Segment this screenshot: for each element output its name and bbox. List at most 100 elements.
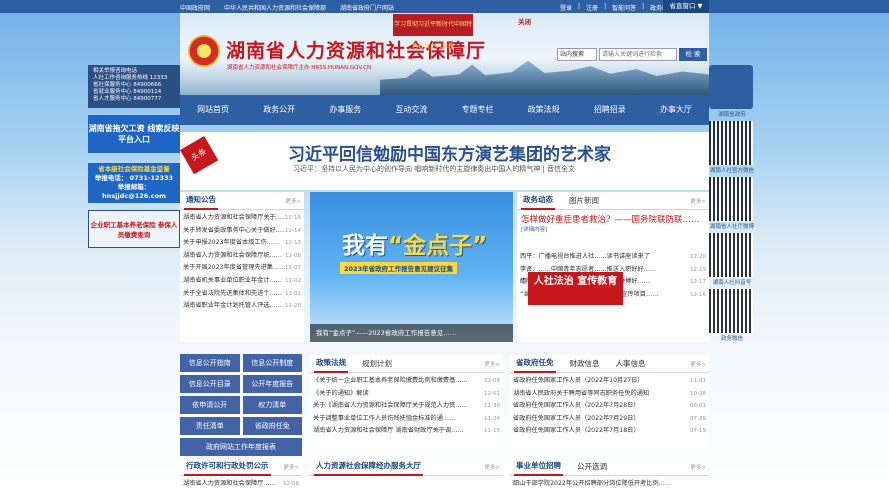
- list-item[interactable]: 湖南省人力资源和社会保障厅…… 12-08: [183, 478, 299, 491]
- site-header: 湖南省人力资源和社会保障厅 湖南省人力资源和社会保障厅主办 HRSS.HUNAN…: [180, 13, 709, 95]
- list-item[interactable]: 省政府任免国家工作人员（2022年10月27日） 11-01: [513, 375, 706, 388]
- tab-policy[interactable]: 政策法规: [314, 355, 348, 373]
- list-item[interactable]: 关于《湖南省人力资源和社会保障厅关于规范人力资…… 11-30: [313, 400, 500, 413]
- more-link[interactable]: 更多>: [484, 463, 500, 471]
- wage-arrears-ad[interactable]: 湖南省拖欠工资 线索反映平台入口: [88, 115, 180, 153]
- disclosure-system-button[interactable]: 信息公开制度: [242, 354, 302, 372]
- feature-slideshow[interactable]: 我有“金点子” 2023年省政府工作报告意见建议征集 我有“金点子”——2023…: [310, 192, 513, 342]
- right-sidebar: 湖南省政府 湖南人社官方微信 湖南省人社厅微博 湖南人社抖音号 政务微信: [709, 65, 755, 343]
- list-item[interactable]: 关于调整事业单位工作人员伤残抚恤金标准的通…… 11-24: [313, 413, 500, 426]
- disclosure-guide-button[interactable]: 信息公开指南: [180, 354, 240, 372]
- tab-gov-news[interactable]: 政务动态: [521, 192, 555, 210]
- search-scope-select[interactable]: 站内搜索: [557, 48, 597, 61]
- website-report-button[interactable]: 政府网站工作年度报表: [180, 438, 302, 456]
- register-link[interactable]: 注册: [586, 3, 598, 12]
- search-button[interactable]: 检 索: [679, 48, 707, 61]
- list-item[interactable]: 关于申报2023年度省本级工伤…… 12-13: [183, 237, 301, 250]
- list-item[interactable]: 《关于的通知》解读 12-01: [313, 388, 500, 401]
- hotline-line: 人社工作咨询服务热线 12333: [93, 75, 168, 81]
- list-item[interactable]: 关于全省法院先进集体和先进个…… 12-01: [183, 288, 301, 301]
- tab-licensing[interactable]: 行政许可和行政处罚公示: [184, 458, 271, 476]
- more-link[interactable]: 更多>: [690, 360, 706, 368]
- link-gov-cn[interactable]: 中国政府网: [180, 3, 210, 12]
- more-link[interactable]: 更多>: [690, 463, 706, 471]
- region-select[interactable]: 省直窗口 ▼: [663, 0, 709, 13]
- list-item[interactable]: 湖南省人力资源和社会保障厅统…… 12-08: [183, 250, 301, 263]
- more-link[interactable]: 更多>: [690, 197, 706, 205]
- detail-link[interactable]: [详细内容]: [517, 225, 709, 233]
- nav-gov-affairs[interactable]: 政务公开: [246, 95, 312, 125]
- licensing-panel: 行政许可和行政处罚公示 更多> 湖南省人力资源和社会保障厅…… 12-08: [180, 458, 302, 500]
- gov-label: 湖南省政府: [718, 112, 746, 118]
- list-item[interactable]: 湖南省人力资源和社会保障厅关于…… 12-15: [183, 212, 301, 225]
- appointment-button[interactable]: 省政府任免: [242, 417, 302, 435]
- nav-services[interactable]: 办事服务: [312, 95, 378, 125]
- tab-photo-news[interactable]: 图片新闻: [567, 195, 601, 206]
- fund-ad-phone: 举报电话： 0731-12333: [94, 174, 174, 182]
- list-item[interactable]: 湖南省职业年金计划托管人评选…… 11-28: [183, 300, 301, 313]
- search-input[interactable]: [599, 48, 677, 61]
- link-mohrss[interactable]: 中华人民共和国人力资源和社会保障部: [224, 3, 326, 12]
- more-link[interactable]: 更多>: [283, 463, 299, 471]
- close-banner-link[interactable]: 关闭: [518, 16, 531, 26]
- pension-query-ad[interactable]: 企业职工基本养老保险 参保人员缴费查询: [88, 210, 180, 248]
- fund-ad-mail: 举报邮箱：hnsjjdc@126.com: [102, 183, 166, 200]
- more-link[interactable]: 更多>: [285, 197, 301, 205]
- tab-service-hall[interactable]: 人力资源社会保障经办服务大厅: [314, 458, 423, 476]
- tab-transfer[interactable]: 公开选调: [575, 461, 609, 472]
- list-item[interactable]: 关于转发省委政事务中心关于做好…… 12-14: [183, 225, 301, 238]
- info-disclosure-grid: 信息公开指南 信息公开制度 信息公开目录 公开年度报告 依申请公开 权力清单 责…: [180, 354, 302, 456]
- apply-disclosure-button[interactable]: 依申请公开: [180, 396, 240, 414]
- list-item[interactable]: 省政府任免国家工作人员（2022年7月29日） 07-29: [513, 413, 706, 426]
- nav-policy[interactable]: 政策法规: [511, 95, 577, 125]
- tab-plans[interactable]: 规划计划: [360, 358, 394, 369]
- list-item[interactable]: 省政府任免国家工作人员（2022年7月28日） 08-01: [513, 400, 706, 413]
- nav-recruit[interactable]: 招聘招录: [577, 95, 643, 125]
- list-item[interactable]: 西平：广播电视台推进人社……读书讲座读来了 12-20: [520, 251, 706, 264]
- feature-caption[interactable]: 我有“金点子”——2023省政府工作报告意见……: [310, 324, 513, 342]
- tab-recruit[interactable]: 事业单位招聘: [514, 458, 563, 476]
- tab-personnel[interactable]: 人事信息: [614, 358, 648, 369]
- list-item[interactable]: 湖南省人力资源和社会保障厅 湖南省财政厅关于调…… 11-15: [313, 425, 500, 438]
- qr-code-icon: [709, 121, 753, 165]
- top-links: 中国政府网 中华人民共和国人力资源和社会保障部 湖南省政府门户网站: [180, 3, 394, 12]
- list-item[interactable]: 关于开展2023年度省管理先进集…… 12-07: [183, 262, 301, 275]
- law-education-popup[interactable]: 人社法治 宣传教育: [528, 272, 623, 305]
- nav-interaction[interactable]: 互动交流: [378, 95, 444, 125]
- nav-special[interactable]: 专题专栏: [445, 95, 511, 125]
- list-item[interactable]: 韶山干部学院2022年公开招聘部分岗位降低开考比例……: [513, 478, 706, 491]
- power-list-button[interactable]: 权力清单: [242, 396, 302, 414]
- search-bar: 站内搜索 检 索: [557, 48, 707, 61]
- nav-home[interactable]: 网站首页: [180, 95, 246, 125]
- more-link[interactable]: 更多>: [484, 360, 500, 368]
- login-link[interactable]: 登录: [560, 3, 572, 12]
- list-item[interactable]: 湖南省机关事业单位职业年金计…… 12-02: [183, 275, 301, 288]
- qr-label: 湖南人社官方微信: [709, 168, 754, 174]
- headline-subtitle[interactable]: 习近平：坚持以人民为中心的创作导向 唱响新时代的主旋律奏出中国人的精气神 | 音…: [293, 164, 575, 174]
- news-headline[interactable]: 怎样做好重症患者救治？——国务院联防联……: [517, 210, 709, 225]
- list-item[interactable]: 《关于统一企业职工基本养老保险缴费比例和缴费基…… 12-08: [313, 375, 500, 388]
- tab-notice[interactable]: 通知公告: [184, 192, 218, 210]
- list-item[interactable]: 省政府任免国家工作人员（2022年7月18日） 07-19: [513, 425, 706, 438]
- smart-qa-link[interactable]: 智能问答: [612, 3, 636, 12]
- list-item[interactable]: 湖南省人民政府关于聘用省等同志职务任免的通知 10-28: [513, 388, 706, 401]
- gov-people-icon[interactable]: [709, 65, 753, 109]
- user-links: 登录| 注册| 智能问答| 政务邮箱: [560, 3, 674, 12]
- tab-finance[interactable]: 财政信息: [568, 358, 602, 369]
- headline-title[interactable]: 习近平回信勉励中国东方演艺集团的艺术家: [288, 140, 611, 165]
- study-banner[interactable]: 学习贯彻习近平新时代中国特色社会主义思想: [393, 14, 473, 50]
- appointments-panel: 省政府任免 财政信息 人事信息 更多> 省政府任免国家工作人员（2022年10月27日…: [510, 355, 709, 447]
- service-hall-panel: 人力资源社会保障经办服务大厅 更多>: [310, 458, 503, 500]
- hotline-line: 省就业服务中心 84900114: [93, 89, 162, 95]
- annual-report-button[interactable]: 公开年度报告: [242, 375, 302, 393]
- national-emblem-icon: [188, 35, 220, 67]
- link-hunan-gov[interactable]: 湖南省政府门户网站: [340, 3, 394, 12]
- headline-stamp: 头条: [180, 136, 219, 175]
- hotline-title: 相关举报咨询电话: [93, 68, 138, 74]
- news-panel: 政务动态 图片新闻 更多> 怎样做好重症患者救治？——国务院联防联…… [详细内容]…: [517, 192, 709, 342]
- disclosure-catalog-button[interactable]: 信息公开目录: [180, 375, 240, 393]
- fund-supervision-ad[interactable]: 省本级社会保险基金监督 举报电话： 0731-12333 举报邮箱：hnsjjd…: [88, 163, 180, 203]
- nav-service-hall[interactable]: 办事大厅: [643, 95, 709, 125]
- tab-appointments[interactable]: 省政府任免: [514, 355, 556, 373]
- duty-list-button[interactable]: 责任清单: [180, 417, 240, 435]
